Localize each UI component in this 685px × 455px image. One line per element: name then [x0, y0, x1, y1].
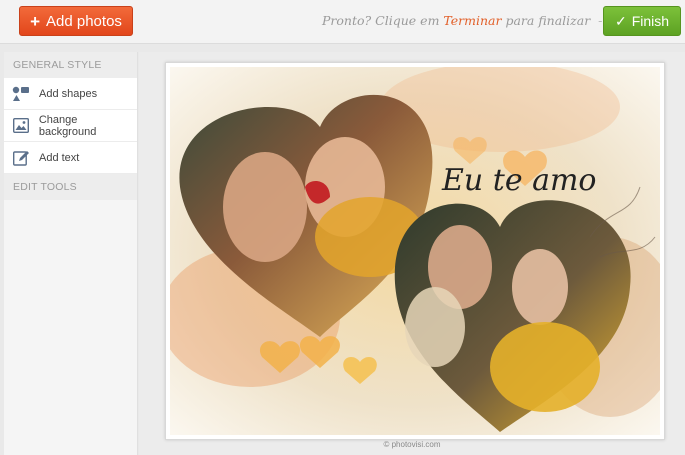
- edit-text-icon: [12, 149, 30, 167]
- sidebar-item-add-shapes[interactable]: Add shapes: [4, 78, 137, 110]
- hint-terminar-link[interactable]: Terminar: [443, 13, 501, 28]
- finish-button[interactable]: ✓ Finish: [603, 6, 681, 36]
- collage-stage: Eu te amo © photovisi.com: [139, 52, 685, 455]
- finish-label: Finish: [631, 13, 670, 29]
- section-general-style: GENERAL STYLE: [4, 52, 137, 78]
- hint-prefix: Pronto? Clique em: [322, 13, 440, 28]
- collage-caption[interactable]: Eu te amo: [442, 163, 597, 198]
- top-toolbar: + Add photos Pronto? Clique em Terminar …: [0, 0, 685, 44]
- sidebar-item-label: Add text: [39, 151, 80, 164]
- sidebar-item-label: Add shapes: [39, 87, 98, 100]
- add-photos-button[interactable]: + Add photos: [19, 6, 133, 36]
- add-photos-label: Add photos: [46, 12, 122, 30]
- shapes-icon: [12, 85, 30, 103]
- check-icon: ✓: [614, 12, 627, 29]
- sidebar-item-label: Change background: [38, 113, 97, 138]
- photovisi-credit: © photovisi.com: [383, 440, 441, 449]
- collage-artwork: Eu te amo: [170, 67, 660, 435]
- sidebar-item-add-text[interactable]: Add text: [4, 142, 137, 174]
- finish-hint: Pronto? Clique em Terminar para finaliza…: [322, 13, 646, 28]
- sidebar-item-change-background[interactable]: Change background: [4, 110, 137, 142]
- section-edit-tools: EDIT TOOLS: [4, 174, 137, 200]
- background-image-icon: [12, 117, 30, 135]
- collage-canvas[interactable]: Eu te amo: [165, 62, 665, 440]
- plus-icon: +: [30, 11, 41, 31]
- collage-image: [170, 67, 660, 435]
- hint-suffix: para finalizar: [505, 13, 591, 28]
- sidebar: GENERAL STYLE Add shapes Change backgrou…: [4, 52, 138, 455]
